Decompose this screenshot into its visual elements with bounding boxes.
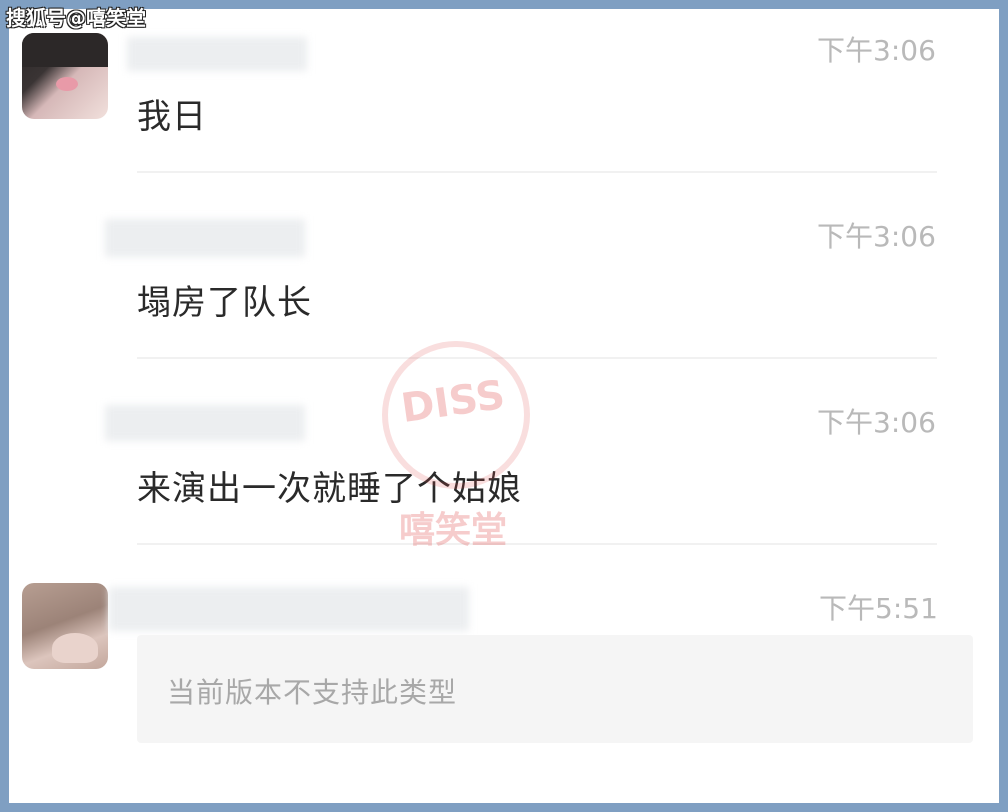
message-time: 下午3:06 bbox=[817, 34, 936, 67]
message-time: 下午3:06 bbox=[817, 220, 936, 253]
blurred-sender-name bbox=[109, 587, 469, 631]
message-divider bbox=[137, 357, 937, 359]
message-text[interactable]: 来演出一次就睡了个姑娘 bbox=[137, 461, 522, 510]
blurred-sender-name bbox=[105, 219, 305, 257]
unsupported-message-bubble[interactable]: 当前版本不支持此类型 bbox=[137, 635, 973, 743]
unsupported-message-text: 当前版本不支持此类型 bbox=[167, 676, 458, 709]
message-time: 下午5:51 bbox=[819, 592, 938, 625]
message-divider bbox=[137, 543, 937, 545]
watermark-logo-text: DISS bbox=[398, 371, 508, 433]
sender-avatar[interactable] bbox=[22, 583, 108, 669]
message-divider bbox=[137, 171, 937, 173]
source-tag: 搜狐号@嘻笑堂 bbox=[6, 6, 146, 30]
diss-watermark: DISS 嘻笑堂 bbox=[379, 341, 530, 551]
message-text[interactable]: 我日 bbox=[137, 89, 207, 138]
chat-screenshot: 下午3:06 我日 下午3:06 塌房了队长 下午3:06 来演出一次就睡了个姑… bbox=[9, 9, 999, 803]
message-time: 下午3:06 bbox=[817, 406, 936, 439]
message-text[interactable]: 塌房了队长 bbox=[137, 275, 312, 324]
blurred-sender-name bbox=[127, 37, 307, 71]
blurred-sender-name bbox=[105, 405, 305, 441]
sender-avatar[interactable] bbox=[22, 33, 108, 119]
